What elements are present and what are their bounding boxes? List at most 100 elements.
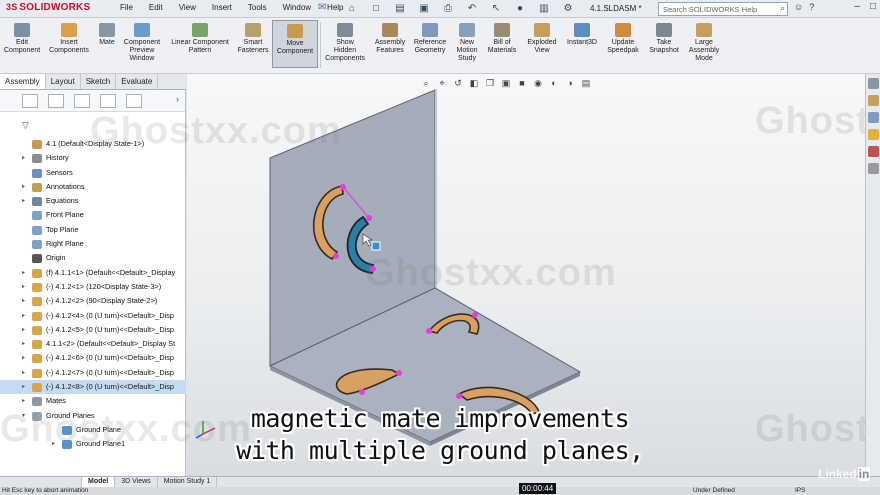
large-assembly-mode-button[interactable]: Large Assembly Mode: [684, 20, 724, 63]
magnet-point[interactable]: [426, 328, 432, 334]
property-manager-tab-icon[interactable]: [48, 94, 64, 108]
tree-node[interactable]: ▸ (f) 4.1.1<1> (Default<<Default>_Display: [0, 266, 186, 280]
select-icon[interactable]: ↖: [486, 1, 506, 16]
magnet-point[interactable]: [333, 253, 339, 259]
tree-node[interactable]: Origin: [0, 251, 186, 265]
tree-node[interactable]: Sensors: [0, 166, 186, 180]
update-speedpak-button[interactable]: Update Speedpak: [604, 20, 642, 55]
search-icon[interactable]: ⌕: [780, 3, 785, 14]
file-explorer-icon[interactable]: [868, 112, 879, 123]
display-manager-tab-icon[interactable]: [126, 94, 142, 108]
custom-properties-icon[interactable]: [868, 163, 879, 174]
save-icon[interactable]: ▣: [414, 1, 434, 16]
expand-arrow-icon[interactable]: ▸: [22, 266, 30, 280]
tab-evaluate[interactable]: Evaluate: [116, 74, 159, 89]
tree-node[interactable]: ▸ Annotations: [0, 180, 186, 194]
move-component-button[interactable]: Move Component: [272, 20, 318, 68]
tab-3d-views[interactable]: 3D Views: [115, 477, 158, 487]
open-icon[interactable]: ▤: [390, 1, 410, 16]
tab-layout[interactable]: Layout: [46, 74, 81, 89]
tree-node[interactable]: ▸ (-) 4.1.2<2> (90<Display State-2>): [0, 294, 186, 308]
new-motion-study-button[interactable]: New Motion Study: [452, 20, 482, 63]
component-preview-button[interactable]: Component Preview Window: [120, 20, 164, 63]
insert-components-button[interactable]: Insert Components: [46, 20, 92, 55]
magnet-point[interactable]: [366, 215, 372, 221]
reference-geometry-button[interactable]: Reference Geometry: [410, 20, 450, 55]
view-palette-icon[interactable]: [868, 129, 879, 140]
menu-tools[interactable]: Tools: [240, 3, 275, 12]
magnet-point[interactable]: [340, 184, 346, 190]
tree-node[interactable]: ▸ (-) 4.1.2<1> (120<Display State-3>): [0, 280, 186, 294]
move-handle-icon[interactable]: [371, 241, 381, 251]
exploded-view-button[interactable]: Exploded View: [522, 20, 562, 55]
menu-file[interactable]: File: [112, 3, 141, 12]
tree-node[interactable]: ▸ (-) 4.1.2<6> (0 (U turn)<<Default>_Disp: [0, 351, 186, 365]
rebuild-icon[interactable]: ●: [510, 1, 530, 16]
expand-arrow-icon[interactable]: ▸: [22, 151, 30, 165]
tab-motion-study[interactable]: Motion Study 1: [158, 477, 218, 487]
dimxpert-tab-icon[interactable]: [100, 94, 116, 108]
new-document-icon[interactable]: □: [366, 1, 386, 16]
feature-manager-tab-icon[interactable]: [22, 94, 38, 108]
undo-icon[interactable]: ↶: [462, 1, 482, 16]
tree-node[interactable]: Top Plane: [0, 223, 186, 237]
expand-arrow-icon[interactable]: ▸: [22, 366, 30, 380]
tab-sketch[interactable]: Sketch: [81, 74, 117, 89]
assembly-features-button[interactable]: Assembly Features: [372, 20, 408, 55]
unit-system[interactable]: IPS: [795, 487, 805, 495]
options-icon[interactable]: ⚙: [558, 1, 578, 16]
configuration-manager-tab-icon[interactable]: [74, 94, 90, 108]
menu-edit[interactable]: Edit: [141, 3, 171, 12]
file-properties-icon[interactable]: ▥: [534, 1, 554, 16]
linear-pattern-button[interactable]: Linear Component Pattern: [166, 20, 234, 55]
tree-node[interactable]: ▸ (-) 4.1.2<8> (0 (U turn)<<Default>_Disp: [0, 380, 186, 395]
resources-icon[interactable]: [868, 78, 879, 89]
home-icon[interactable]: ⌂: [342, 1, 362, 16]
appearances-icon[interactable]: [868, 146, 879, 157]
solidworks-logo[interactable]: 3S SOLIDWORKS: [6, 2, 90, 13]
tree-node[interactable]: Right Plane: [0, 237, 186, 251]
magnet-point[interactable]: [396, 370, 402, 376]
magnet-point[interactable]: [456, 393, 462, 399]
help-search-input[interactable]: Search SOLIDWORKS Help ⌕: [658, 2, 788, 16]
menu-insert[interactable]: Insert: [204, 3, 240, 12]
tree-node[interactable]: ▸ (-) 4.1.2<5> (0 (U turn)<<Default>_Disp: [0, 323, 186, 337]
mate-button[interactable]: Mate: [95, 20, 119, 47]
design-library-icon[interactable]: [868, 95, 879, 106]
print-icon[interactable]: ⎙: [438, 1, 458, 16]
pin-icon[interactable]: ✉: [318, 2, 326, 13]
magnet-point[interactable]: [472, 312, 478, 318]
chevron-right-icon[interactable]: ›: [176, 94, 179, 104]
take-snapshot-button[interactable]: Take Snapshot: [646, 20, 682, 55]
minimize-icon[interactable]: –: [854, 1, 860, 12]
expand-arrow-icon[interactable]: ▸: [22, 294, 30, 308]
expand-arrow-icon[interactable]: ▸: [22, 280, 30, 294]
expand-arrow-icon[interactable]: ▸: [22, 380, 30, 394]
tree-node[interactable]: ▸ Equations: [0, 194, 186, 208]
bill-of-materials-button[interactable]: Bill of Materials: [484, 20, 520, 55]
expand-arrow-icon[interactable]: ▸: [22, 337, 30, 351]
menu-view[interactable]: View: [171, 3, 204, 12]
help-icon[interactable]: ?: [809, 2, 814, 12]
filter-icon[interactable]: ▽: [22, 120, 29, 131]
expand-arrow-icon[interactable]: ▸: [22, 351, 30, 365]
tree-node[interactable]: ▸ (-) 4.1.2<4> (0 (U turn)<<Default>_Disp: [0, 309, 186, 323]
expand-arrow-icon[interactable]: ▸: [22, 309, 30, 323]
tree-node[interactable]: ▸ (-) 4.1.2<7> (0 (U turn)<<Default>_Disp: [0, 366, 186, 380]
restore-icon[interactable]: □: [870, 1, 876, 12]
show-hidden-button[interactable]: Show Hidden Components: [322, 20, 368, 63]
magnet-point[interactable]: [359, 389, 365, 395]
menu-window[interactable]: Window: [275, 3, 319, 12]
tree-node[interactable]: ▸ History: [0, 151, 186, 165]
tree-node[interactable]: Front Plane: [0, 208, 186, 222]
expand-arrow-icon[interactable]: ▸: [22, 180, 30, 194]
expand-arrow-icon[interactable]: ▸: [22, 194, 30, 208]
user-icon[interactable]: ☺: [794, 2, 803, 12]
instant3d-button[interactable]: Instant3D: [564, 20, 600, 47]
edit-component-button[interactable]: Edit Component: [4, 20, 40, 55]
tree-node[interactable]: ▸ 4.1.1<2> (Default<<Default>_Display St: [0, 337, 186, 351]
tab-model[interactable]: Model: [82, 477, 116, 487]
tab-assembly[interactable]: Assembly: [0, 74, 46, 89]
expand-arrow-icon[interactable]: ▸: [22, 323, 30, 337]
smart-fasteners-button[interactable]: Smart Fasteners: [236, 20, 270, 55]
